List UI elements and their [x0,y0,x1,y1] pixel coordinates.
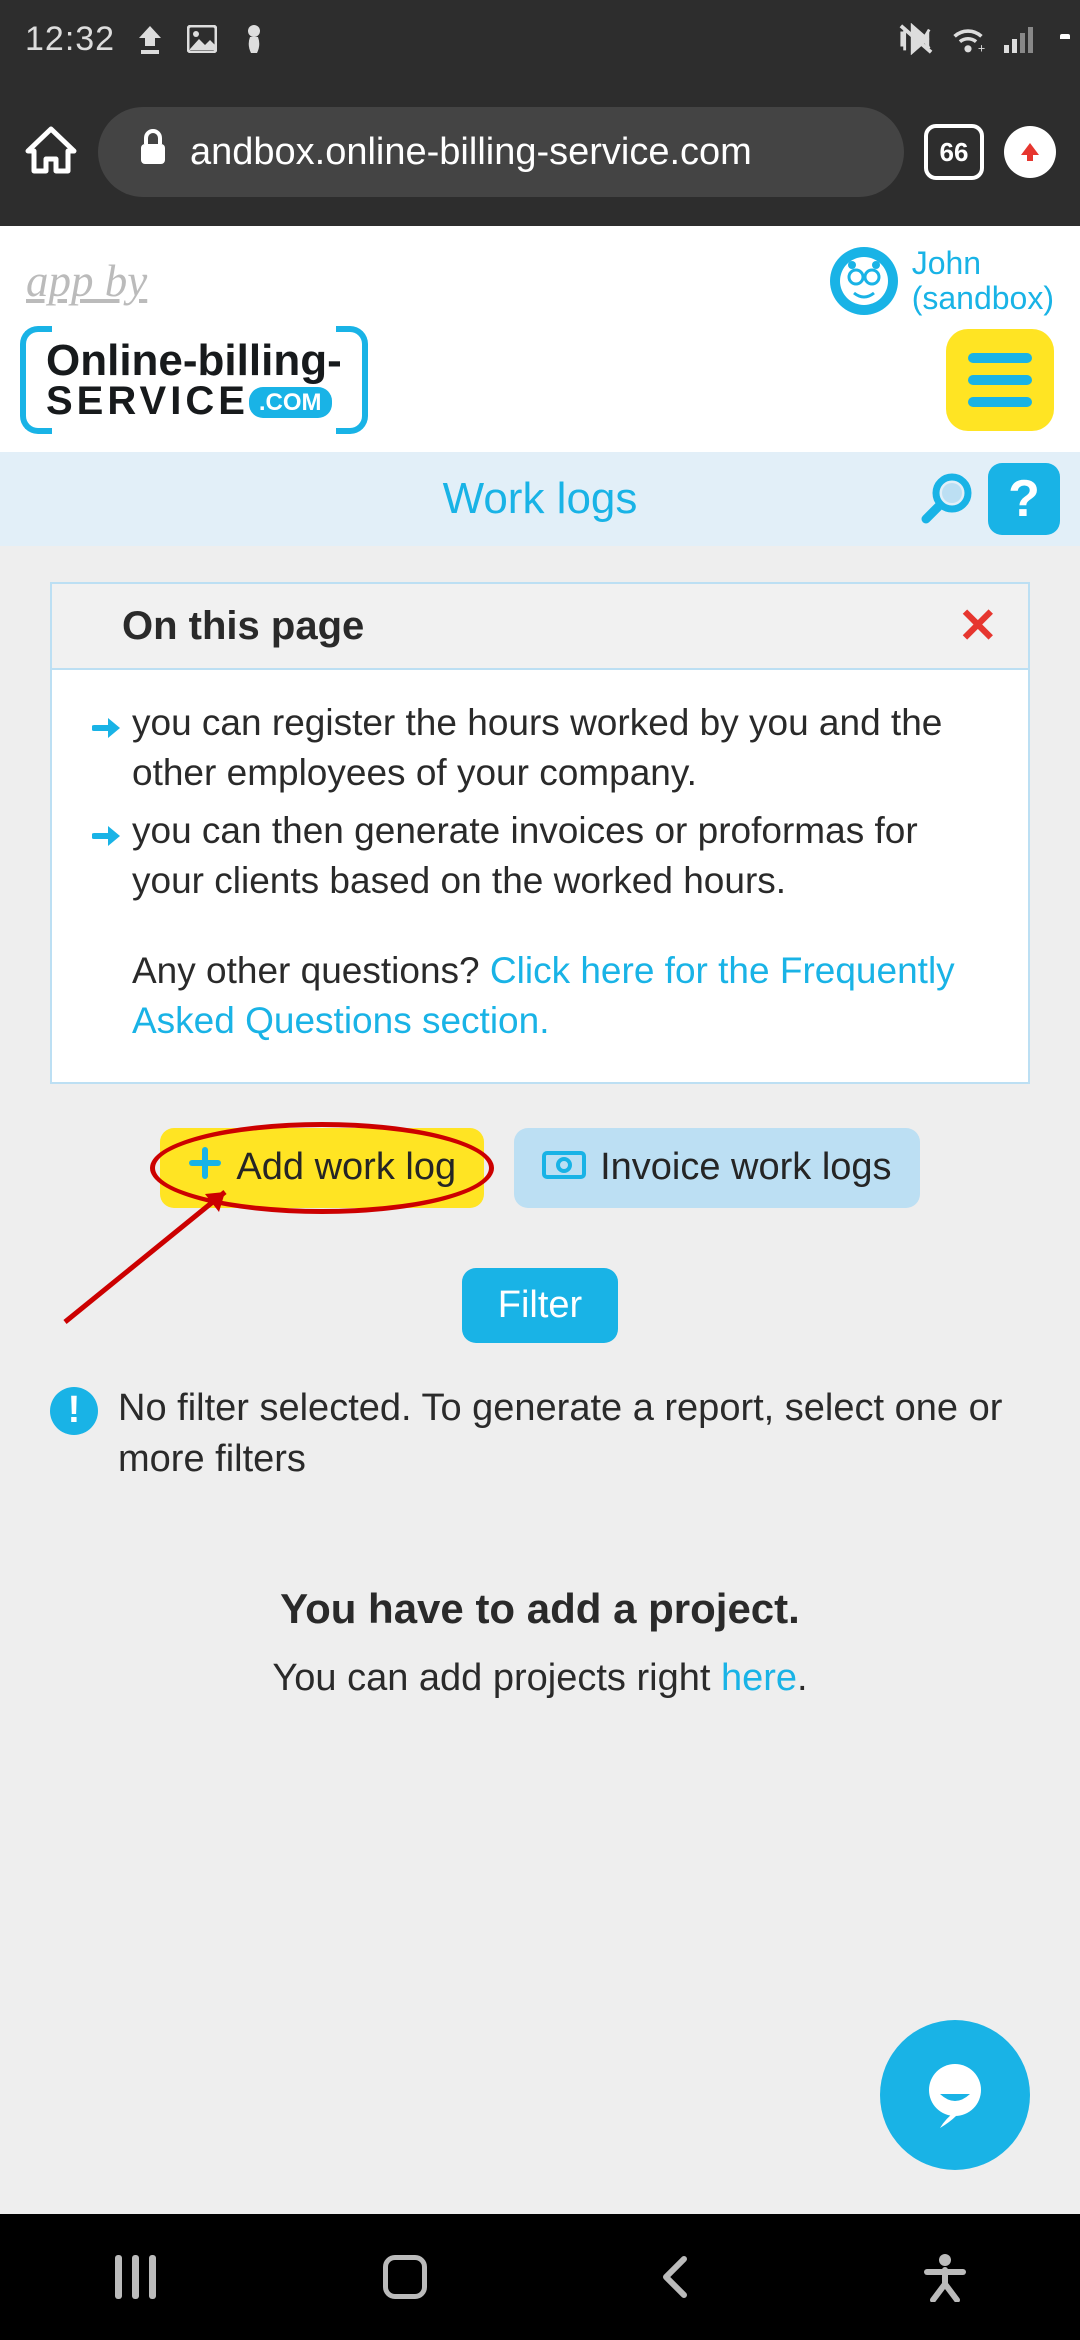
search-icon[interactable] [920,469,976,530]
page-title: Work logs [443,474,638,524]
svg-text:+: + [978,41,985,54]
nav-back-button[interactable] [647,2249,703,2305]
filter-label: Filter [498,1284,582,1326]
roller-icon [237,22,271,56]
upload-icon [133,22,167,56]
status-right: + [899,22,1055,56]
url-bar[interactable]: andbox.online-billing-service.com [98,107,904,197]
site-logo[interactable]: Online-billing- SERVICE.com [26,328,362,432]
add-project-link[interactable]: here [721,1657,797,1699]
alert-text: No filter selected. To generate a report… [118,1383,1030,1486]
user-env: (sandbox) [912,281,1054,316]
add-work-log-label: Add work log [236,1146,456,1189]
filter-button[interactable]: Filter [462,1268,618,1343]
empty-state: You have to add a project. You can add p… [50,1585,1030,1700]
nav-home-button[interactable] [377,2249,433,2305]
android-status-bar: 12:32 + [0,0,1080,78]
image-icon [185,22,219,56]
empty-state-heading: You have to add a project. [50,1585,1030,1633]
info-card-header: On this page ✕ [52,584,1028,670]
logo-com-pill: .com [249,387,332,418]
help-label: ? [1008,469,1040,529]
add-work-log-button[interactable]: Add work log [160,1128,484,1208]
info-card-title: On this page [122,604,364,649]
user-text: John (sandbox) [912,246,1054,316]
no-filter-alert: ! No filter selected. To generate a repo… [50,1383,1030,1486]
wifi-icon: + [951,22,985,56]
faq-line: Any other questions? Click here for the … [92,946,988,1046]
clock: 12:32 [25,20,115,59]
avatar-icon [830,247,898,315]
arrow-right-icon [92,704,122,798]
info-card: On this page ✕ you can register the hour… [50,582,1030,1084]
sub-prefix: You can add projects right [272,1657,721,1699]
chat-icon [916,2056,994,2134]
tab-count-button[interactable]: 66 [924,124,984,180]
page-content: app by John (sandbox) Online-billing- SE… [0,226,1080,1740]
nav-recents-button[interactable] [107,2249,163,2305]
signal-icon [1003,22,1037,56]
sub-suffix: . [797,1657,808,1699]
lock-icon [138,128,168,176]
logo-line-1: Online-billing- [46,340,342,382]
app-by-label: app by [26,255,147,307]
tab-count-value: 66 [940,137,969,168]
status-left: 12:32 [25,20,271,59]
menu-button[interactable] [946,329,1054,431]
invoice-work-logs-button[interactable]: Invoice work logs [514,1128,919,1208]
android-nav-bar [0,2214,1080,2340]
arrow-right-icon [92,812,122,906]
help-button[interactable]: ? [988,463,1060,535]
empty-state-sub: You can add projects right here. [50,1657,1030,1700]
page-title-bar: Work logs ? [0,452,1080,546]
user-name: John [912,246,1054,281]
alert-icon: ! [50,1387,98,1435]
url-text: andbox.online-billing-service.com [190,131,752,174]
nav-accessibility-button[interactable] [917,2249,973,2305]
info-bullet-1: you can register the hours worked by you… [92,698,988,798]
info-bullet-1-text: you can register the hours worked by you… [132,698,988,798]
logo-line-2: SERVICE.com [46,382,342,420]
update-indicator-icon[interactable] [1004,126,1056,178]
plus-icon [188,1146,222,1190]
cash-icon [542,1146,586,1189]
user-block[interactable]: John (sandbox) [830,246,1054,316]
close-icon[interactable]: ✕ [958,598,998,654]
invoice-work-logs-label: Invoice work logs [600,1146,891,1189]
faq-prefix: Any other questions? [132,950,490,991]
browser-toolbar: andbox.online-billing-service.com 66 [0,78,1080,226]
browser-home-icon[interactable] [24,123,78,182]
info-bullet-2-text: you can then generate invoices or profor… [132,806,988,906]
vibrate-icon [899,22,933,56]
info-bullet-2: you can then generate invoices or profor… [92,806,988,906]
chat-fab[interactable] [880,2020,1030,2170]
